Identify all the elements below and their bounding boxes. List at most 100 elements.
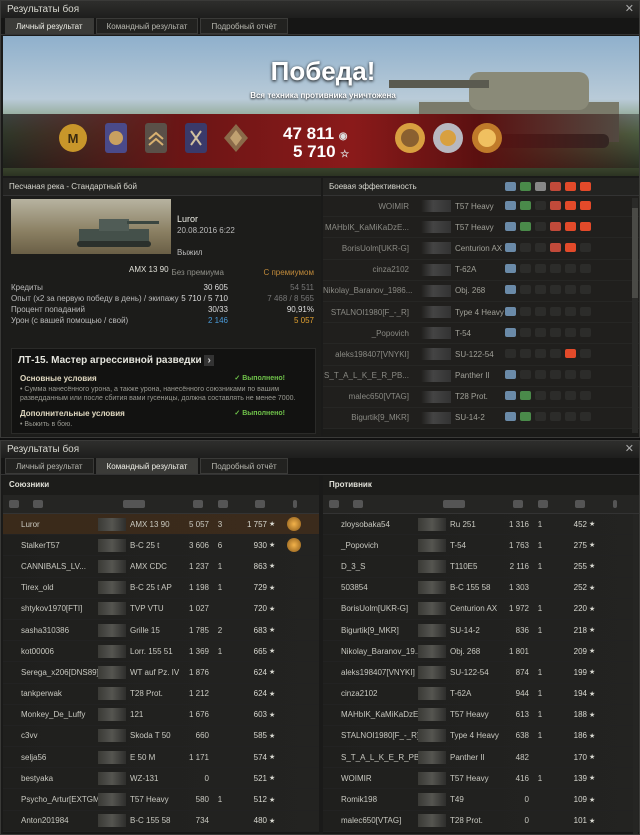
- squad-icon[interactable]: [329, 500, 339, 508]
- effectiveness-row[interactable]: MAHbIK_KaMiKaDzE... T57 Heavy: [323, 217, 639, 239]
- kill-icon: [580, 370, 591, 380]
- table-row[interactable]: malec650[VTAG] T28 Prot. 0 101 ★: [323, 810, 639, 832]
- table-row[interactable]: Nikolay_Baranov_19... Obj. 268 1 801 209 ★: [323, 641, 639, 663]
- table-row[interactable]: bestyaka WZ-131 0 521 ★: [3, 768, 319, 790]
- main-conditions-label: Основные условия: [20, 374, 97, 383]
- star-icon[interactable]: [255, 500, 265, 508]
- kills-icon[interactable]: [218, 500, 228, 508]
- table-row[interactable]: Tirex_old B-C 25 t AP 1 198 1 729 ★: [3, 577, 319, 599]
- kills-icon[interactable]: [538, 500, 548, 508]
- damage-icon: [550, 264, 561, 274]
- close-icon[interactable]: ✕: [625, 442, 634, 455]
- enemies-list: zloysobaka54 Ru 251 1 316 1 452 ★ _Popovich T-5…: [323, 514, 639, 832]
- tank-icon[interactable]: [443, 500, 465, 508]
- battle-date: 20.08.2016 6:22: [177, 226, 235, 235]
- achievement-medal-icon[interactable]: [221, 121, 251, 155]
- effectiveness-row[interactable]: aleks198407[VNYKI] SU-122-54: [323, 344, 639, 366]
- table-row[interactable]: Anton201984 B-C 155 58 734 480 ★: [3, 810, 319, 832]
- stat-row-hits: Процент попаданий 30/33 90,91%: [11, 304, 316, 315]
- crit-icon: [535, 285, 546, 295]
- table-row[interactable]: aleks198407[VNYKI] SU-122-54 874 1 199 ★: [323, 662, 639, 684]
- effectiveness-row[interactable]: _Popovich T-54: [323, 323, 639, 345]
- stat-value-premium: 90,91%: [286, 305, 314, 314]
- mastery-badge-icon[interactable]: M: [58, 121, 88, 155]
- vehicle-name: Type 4 Heavy: [450, 731, 499, 741]
- achievement-medal-icon[interactable]: [470, 121, 504, 155]
- more-icon[interactable]: [613, 500, 617, 508]
- squad-icon[interactable]: [9, 500, 19, 508]
- table-row[interactable]: StalkerT57 B-C 25 t 3 606 6 930 ★: [3, 535, 319, 557]
- table-row[interactable]: Psycho_Artur[EXTGM] T57 Heavy 580 1 512 ★: [3, 789, 319, 811]
- xp-value: 218: [573, 625, 587, 635]
- chevron-right-icon[interactable]: ›: [204, 355, 214, 366]
- table-row[interactable]: Monkey_De_Luffy 121 1 676 603 ★: [3, 704, 319, 726]
- tab-personal-result[interactable]: Личный результат: [5, 458, 94, 474]
- more-icon[interactable]: [293, 500, 297, 508]
- table-row[interactable]: tankperwak T28 Prot. 1 212 624 ★: [3, 683, 319, 705]
- effectiveness-row[interactable]: Bigurtik[9_MKR] SU-14-2: [323, 407, 639, 430]
- tank-icon: [98, 517, 126, 531]
- table-row[interactable]: S_T_A_L_K_E_R_PB... Panther II 482 170 ★: [323, 747, 639, 769]
- enemies-title: Противник: [323, 476, 639, 495]
- tab-detailed-report[interactable]: Подробный отчёт: [200, 18, 288, 34]
- scrollbar-thumb[interactable]: [632, 208, 638, 298]
- stat-row-credits: Кредиты 30 605 54 511: [11, 282, 316, 293]
- damage-icon[interactable]: [513, 500, 523, 508]
- mission-title-text: ЛТ-15. Мастер агрессивной разведки: [18, 355, 202, 366]
- table-row[interactable]: shtykov1970[FTI] TVP VTU 1 027 720 ★: [3, 598, 319, 620]
- crit-icon: [535, 182, 546, 191]
- star-icon: ★: [589, 669, 596, 677]
- achievement-medal-icon[interactable]: [181, 121, 211, 155]
- star-icon[interactable]: [575, 500, 585, 508]
- table-row[interactable]: WOIMIR T57 Heavy 416 1 139 ★: [323, 768, 639, 790]
- player-name: Psycho_Artur[EXTGM]: [21, 795, 98, 805]
- table-row[interactable]: cinza2102 T-62A 944 1 194 ★: [323, 683, 639, 705]
- table-row[interactable]: kot00006 Lorr. 155 51 1 369 1 665 ★: [3, 641, 319, 663]
- player-name: STALNOI1980[F_-_R]: [330, 307, 409, 317]
- star-icon: ★: [589, 817, 596, 825]
- table-row[interactable]: zloysobaka54 Ru 251 1 316 1 452 ★: [323, 514, 639, 536]
- table-row[interactable]: _Popovich T-54 1 763 1 275 ★: [323, 535, 639, 557]
- table-row[interactable]: Romik198 T49 0 109 ★: [323, 789, 639, 811]
- tab-personal-result[interactable]: Личный результат: [5, 18, 94, 34]
- scrollbar[interactable]: [633, 514, 638, 834]
- player-icon[interactable]: [33, 500, 43, 508]
- effectiveness-row[interactable]: S_T_A_L_K_E_R_PB... Panther II: [323, 365, 639, 387]
- effectiveness-row[interactable]: Nikolay_Baranov_1986... Obj. 268: [323, 280, 639, 302]
- table-row[interactable]: MAHbIK_KaMiKaDzE... T57 Heavy 613 1 188 ★: [323, 704, 639, 726]
- award-icon[interactable]: [287, 517, 301, 531]
- table-row[interactable]: STALNOI1980[F_-_R] Type 4 Heavy 638 1 186 ★: [323, 725, 639, 748]
- effectiveness-row[interactable]: malec650[VTAG] T28 Prot.: [323, 386, 639, 408]
- table-row[interactable]: BorisUolm[UKR-G] Centurion AX 1 972 1 220 ★: [323, 598, 639, 620]
- table-row[interactable]: Serega_x206[DNS89] WT auf Pz. IV 1 876 624 ★: [3, 662, 319, 684]
- kill-icon: [580, 221, 591, 231]
- award-icon[interactable]: [287, 538, 301, 553]
- tab-team-result[interactable]: Командный результат: [95, 458, 199, 474]
- close-icon[interactable]: ✕: [625, 2, 634, 15]
- table-row[interactable]: Bigurtik[9_MKR] SU-14-2 836 1 218 ★: [323, 619, 639, 642]
- damage-value: 734: [195, 816, 209, 826]
- achievement-medal-icon[interactable]: [101, 121, 131, 155]
- xp-earned: 5 710 ☆: [293, 142, 349, 162]
- damage-icon[interactable]: [193, 500, 203, 508]
- table-row[interactable]: D_3_S T110E5 2 116 1 255 ★: [323, 556, 639, 578]
- table-row[interactable]: sasha310386 Grille 15 1 785 2 683 ★: [3, 619, 319, 642]
- table-row[interactable]: Luror AMX 13 90 5 057 3 1 757 ★: [3, 514, 319, 536]
- tank-icon[interactable]: [123, 500, 145, 508]
- tank-icon: [418, 644, 446, 658]
- table-row[interactable]: selja56 E 50 M 1 171 574 ★: [3, 747, 319, 769]
- damage-value: 1 237: [188, 561, 209, 571]
- table-row[interactable]: CANNIBALS_LV... AMX CDC 1 237 1 863 ★: [3, 556, 319, 578]
- player-icon[interactable]: [353, 500, 363, 508]
- achievement-medal-icon[interactable]: [431, 121, 465, 155]
- tab-team-result[interactable]: Командный результат: [95, 18, 199, 34]
- effectiveness-row[interactable]: BorisUolm[UKR-G] Centurion AX: [323, 238, 639, 260]
- rank-badge-icon[interactable]: [141, 121, 171, 155]
- effectiveness-row[interactable]: WOIMIR T57 Heavy: [323, 196, 639, 218]
- table-row[interactable]: c3vv Skoda T 50 660 585 ★: [3, 725, 319, 748]
- tab-detailed-report[interactable]: Подробный отчёт: [200, 458, 288, 474]
- achievement-medal-icon[interactable]: [393, 121, 427, 155]
- table-row[interactable]: 503854 B-C 155 58 1 303 252 ★: [323, 577, 639, 599]
- effectiveness-row[interactable]: STALNOI1980[F_-_R] Type 4 Heavy: [323, 301, 639, 324]
- effectiveness-row[interactable]: cinza2102 T-62A: [323, 259, 639, 281]
